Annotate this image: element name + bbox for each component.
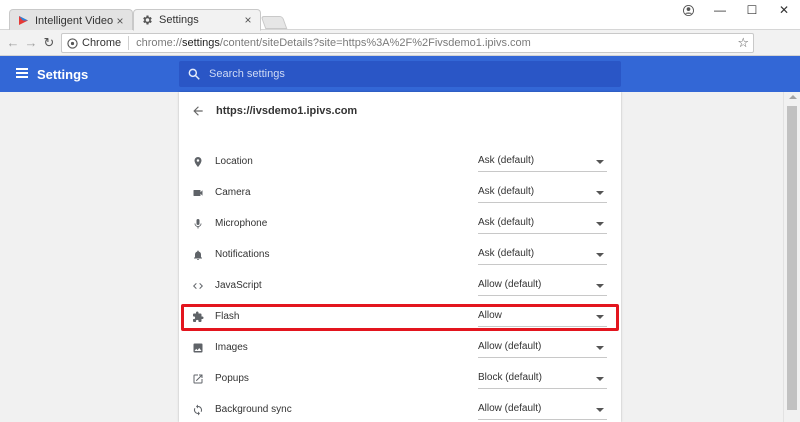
permission-label: Microphone — [215, 218, 268, 229]
hamburger-menu-icon[interactable] — [16, 68, 28, 78]
minimize-button[interactable]: — — [704, 0, 736, 20]
gear-icon — [140, 13, 154, 27]
microphone-icon — [191, 217, 205, 231]
bell-icon — [191, 248, 205, 262]
permission-row-background-sync: Background sync Allow (default) — [179, 395, 621, 422]
maximize-button[interactable]: ☐ — [736, 0, 768, 20]
profile-icon[interactable] — [672, 0, 704, 20]
select-value: Ask (default) — [478, 186, 535, 197]
browser-toolbar: ← → ↻ Chrome chrome://settings/content/s… — [0, 30, 800, 81]
bookmark-star-icon[interactable]: ☆ — [737, 35, 749, 51]
permission-row-javascript: JavaScript Allow (default) — [179, 271, 621, 302]
scroll-thumb[interactable] — [787, 106, 797, 410]
camera-icon — [191, 186, 205, 200]
permission-select-notifications[interactable]: Ask (default) — [478, 245, 607, 265]
permission-select-popups[interactable]: Block (default) — [478, 369, 607, 389]
permission-label: Background sync — [215, 404, 292, 415]
site-details-card: https://ivsdemo1.ipivs.com Location Ask … — [179, 92, 621, 422]
dropdown-arrow-icon — [596, 222, 604, 226]
search-icon — [188, 68, 200, 80]
select-value: Block (default) — [478, 372, 542, 383]
security-chip[interactable]: Chrome — [67, 36, 130, 50]
url-scheme: chrome:// — [136, 37, 182, 49]
tab-settings[interactable]: Settings × — [133, 9, 261, 31]
tab-intelligent-video[interactable]: Intelligent Video Solutio × — [9, 9, 133, 31]
open-in-new-icon — [191, 372, 205, 386]
tab-close-icon[interactable]: × — [241, 13, 255, 27]
reload-icon[interactable]: ↻ — [40, 34, 58, 52]
url-path: /content/siteDetails?site=https%3A%2F%2F… — [219, 37, 531, 49]
select-value: Allow (default) — [478, 341, 542, 352]
permission-select-javascript[interactable]: Allow (default) — [478, 276, 607, 296]
permission-label: Popups — [215, 373, 249, 384]
tab-title: Intelligent Video Solutio — [35, 14, 113, 27]
chrome-info-icon — [67, 37, 78, 49]
tab-title: Settings — [159, 14, 199, 26]
image-icon — [191, 341, 205, 355]
permission-row-notifications: Notifications Ask (default) — [179, 240, 621, 271]
scroll-up-arrow-icon[interactable] — [789, 95, 797, 99]
permission-label: Images — [215, 342, 248, 353]
chip-label: Chrome — [82, 37, 122, 49]
permission-select-background-sync[interactable]: Allow (default) — [478, 400, 607, 420]
site-url-title: https://ivsdemo1.ipivs.com — [216, 105, 358, 117]
select-value: Ask (default) — [478, 155, 535, 166]
permission-label: Location — [215, 156, 253, 167]
permission-row-microphone: Microphone Ask (default) — [179, 209, 621, 240]
forward-nav-icon[interactable]: → — [22, 34, 40, 52]
search-input[interactable] — [209, 68, 589, 80]
dropdown-arrow-icon — [596, 408, 604, 412]
select-value: Allow (default) — [478, 279, 542, 290]
search-box[interactable] — [179, 61, 621, 87]
permission-label: JavaScript — [215, 280, 262, 291]
back-arrow-icon[interactable] — [191, 104, 205, 118]
permission-row-camera: Camera Ask (default) — [179, 178, 621, 209]
permission-select-camera[interactable]: Ask (default) — [478, 183, 607, 203]
omnibox[interactable]: Chrome chrome://settings/content/siteDet… — [61, 33, 754, 53]
sync-icon — [191, 403, 205, 417]
select-value: Ask (default) — [478, 248, 535, 259]
permission-label: Camera — [215, 187, 251, 198]
dropdown-arrow-icon — [596, 377, 604, 381]
permission-select-location[interactable]: Ask (default) — [478, 152, 607, 172]
select-value: Allow (default) — [478, 403, 542, 414]
back-nav-icon[interactable]: ← — [4, 34, 22, 52]
dropdown-arrow-icon — [596, 191, 604, 195]
page-title: Settings — [37, 67, 89, 82]
settings-header: Settings — [0, 56, 800, 92]
dropdown-arrow-icon — [596, 284, 604, 288]
code-brackets-icon — [191, 279, 205, 293]
permission-label: Notifications — [215, 249, 270, 260]
play-logo-icon — [16, 14, 30, 28]
tab-close-icon[interactable]: × — [113, 14, 127, 28]
dropdown-arrow-icon — [596, 346, 604, 350]
permission-row-popups: Popups Block (default) — [179, 364, 621, 395]
location-pin-icon — [191, 155, 205, 169]
url-host: settings — [181, 37, 220, 49]
new-tab-button[interactable] — [260, 16, 288, 29]
permission-row-images: Images Allow (default) — [179, 333, 621, 364]
tab-strip: Intelligent Video Solutio × Settings × —… — [0, 0, 800, 31]
page-scrollbar[interactable] — [783, 92, 800, 422]
close-window-button[interactable]: ✕ — [768, 0, 800, 20]
dropdown-arrow-icon — [596, 253, 604, 257]
permission-select-microphone[interactable]: Ask (default) — [478, 214, 607, 234]
permission-select-images[interactable]: Allow (default) — [478, 338, 607, 358]
flash-highlight-box — [181, 304, 619, 331]
url-text[interactable]: chrome://settings/content/siteDetails?si… — [136, 37, 531, 49]
select-value: Ask (default) — [478, 217, 535, 228]
permission-row-location: Location Ask (default) — [179, 147, 621, 178]
dropdown-arrow-icon — [596, 160, 604, 164]
window-controls: — ☐ ✕ — [672, 0, 800, 20]
